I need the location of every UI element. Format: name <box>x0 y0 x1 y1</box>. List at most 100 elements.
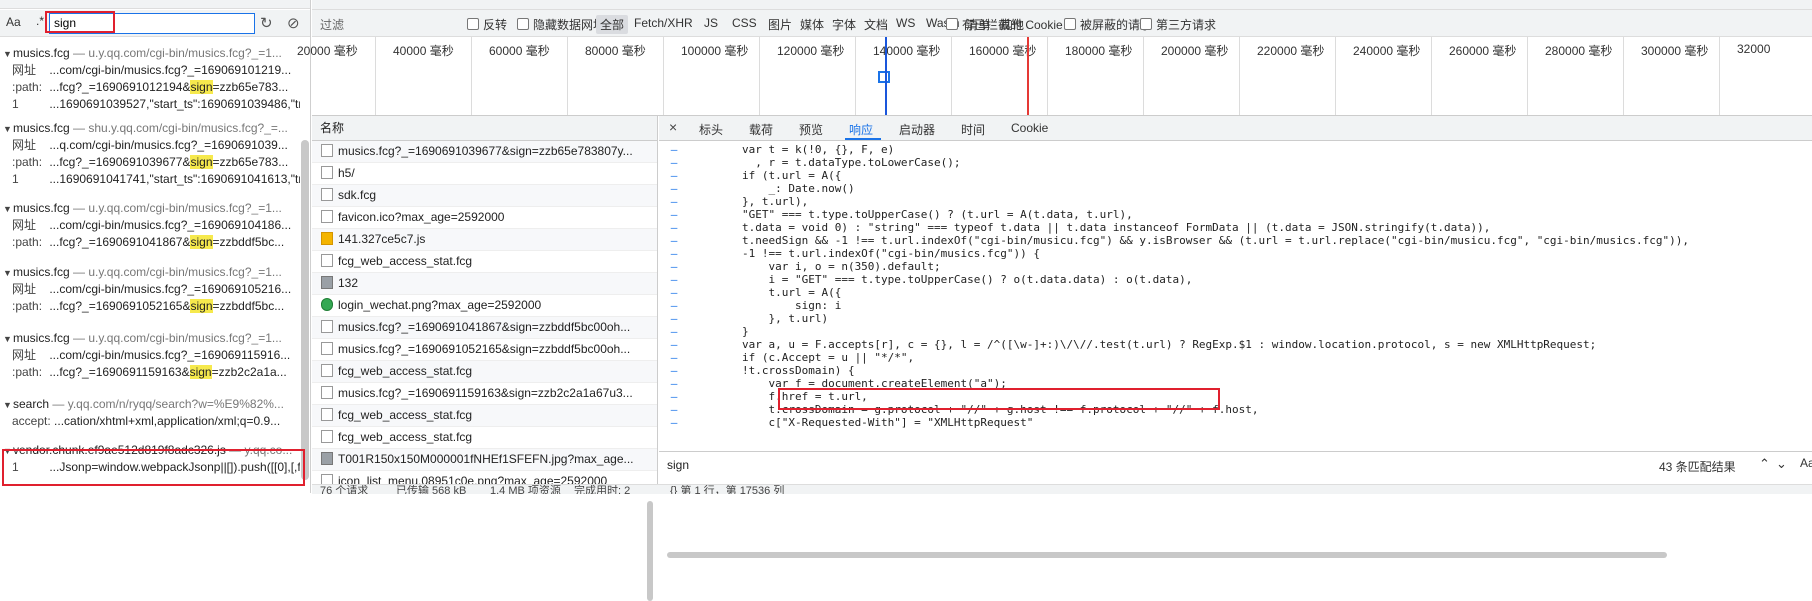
type-filter-0[interactable]: Fetch/XHR <box>634 16 693 30</box>
annotation-box-sign-call <box>778 388 1220 410</box>
match-case-toggle[interactable]: Aa <box>6 15 21 29</box>
search-result-line[interactable]: :path: ...fcg?_=1690691052165&sign=zzbdd… <box>0 298 300 315</box>
type-filter-1[interactable]: JS <box>704 16 718 30</box>
request-row[interactable]: h5/ <box>312 163 657 185</box>
expand-triangle-icon[interactable]: ▼ <box>0 396 13 413</box>
regex-toggle[interactable]: .* <box>36 14 44 28</box>
search-result-line[interactable]: 网址 ...com/cgi-bin/musics.fcg?_=169069104… <box>0 217 300 234</box>
request-row[interactable]: sdk.fcg <box>312 185 657 207</box>
search-result-line[interactable]: :path: ...fcg?_=1690691012194&sign=zzb65… <box>0 79 300 96</box>
tab-6[interactable]: Cookie <box>1011 121 1048 135</box>
type-filter-6[interactable]: 文档 <box>864 16 888 33</box>
timeline-tick-label: 260000 毫秒 <box>1449 44 1517 58</box>
refresh-icon[interactable]: ↻ <box>260 14 273 32</box>
expand-triangle-icon[interactable]: ▼ <box>0 120 13 137</box>
code-line: – }, t.url), <box>659 195 809 208</box>
search-result-line[interactable]: 1 ...1690691041741,"start_ts":1690691041… <box>0 171 300 188</box>
request-row[interactable]: musics.fcg?_=1690691041867&sign=zzbddf5b… <box>312 317 657 339</box>
search-result-group: ▼musics.fcg — u.y.qq.com/cgi-bin/musics.… <box>0 44 300 113</box>
third-party-checkbox[interactable]: 第三方请求 <box>1140 16 1216 33</box>
request-row[interactable]: 132 <box>312 273 657 295</box>
result-line-text: ...fcg?_=1690691039677& <box>49 155 191 169</box>
code-text: if (c.Accept = u || "*/*", <box>689 351 915 364</box>
find-previous-icon[interactable]: ⌃ <box>1759 456 1770 472</box>
request-row[interactable]: favicon.ico?max_age=2592000 <box>312 207 657 229</box>
request-row[interactable]: fcg_web_access_stat.fcg <box>312 427 657 449</box>
wx-file-icon <box>321 298 333 311</box>
tab-4[interactable]: 启动器 <box>899 121 935 138</box>
search-result-line[interactable]: 1 ...1690691039527,"start_ts":1690691039… <box>0 96 300 113</box>
result-file-url: — shu.y.qq.com/cgi-bin/musics.fcg?_=... <box>69 121 288 135</box>
search-result-line[interactable]: accept: ...cation/xhtml+xml,application/… <box>0 413 300 430</box>
request-row[interactable]: fcg_web_access_stat.fcg <box>312 251 657 273</box>
request-name: favicon.ico?max_age=2592000 <box>338 210 505 224</box>
search-result-file[interactable]: ▼musics.fcg — shu.y.qq.com/cgi-bin/music… <box>0 119 300 137</box>
invert-checkbox[interactable]: 反转 <box>467 16 507 33</box>
search-result-line[interactable]: :path: ...fcg?_=1690691041867&sign=zzbdd… <box>0 234 300 251</box>
search-input[interactable] <box>50 14 248 31</box>
search-result-file[interactable]: ▼musics.fcg — u.y.qq.com/cgi-bin/musics.… <box>0 263 300 281</box>
detail-tabs: × 标头 载荷 预览 响应 启动器 时间 Cookie <box>659 116 1812 141</box>
timeline-gridline <box>471 37 472 115</box>
request-row[interactable]: T001R150x150M000001fNHEf1SFEFN.jpg?max_a… <box>312 449 657 471</box>
search-result-line[interactable]: 网址 ...com/cgi-bin/musics.fcg?_=169069101… <box>0 62 300 79</box>
search-result-line[interactable]: :path: ...fcg?_=1690691159163&sign=zzb2c… <box>0 364 300 381</box>
code-line: – if (t.url = A({ <box>659 169 842 182</box>
close-icon[interactable]: × <box>669 119 677 135</box>
search-result-file[interactable]: ▼musics.fcg — u.y.qq.com/cgi-bin/musics.… <box>0 329 300 347</box>
type-filter-3[interactable]: 图片 <box>768 16 792 33</box>
find-next-icon[interactable]: ⌄ <box>1776 456 1787 472</box>
search-result-file[interactable]: ▼musics.fcg — u.y.qq.com/cgi-bin/musics.… <box>0 44 300 62</box>
code-line: – t.needSign && -1 !== t.url.indexOf("cg… <box>659 234 1689 247</box>
line-gutter-marker: – <box>670 390 678 403</box>
type-filter-7[interactable]: WS <box>896 16 915 30</box>
timeline-overview[interactable]: 20000 毫秒 40000 毫秒 60000 毫秒 80000 毫秒 100000 毫… <box>297 37 1812 116</box>
blocked-requests-checkbox[interactable]: 被屏蔽的请求 <box>1064 16 1152 33</box>
search-results-scrollbar[interactable] <box>301 140 309 480</box>
request-row[interactable]: fcg_web_access_stat.fcg <box>312 405 657 427</box>
type-filter-all[interactable]: 全部 <box>596 15 629 34</box>
type-filter-2[interactable]: CSS <box>732 16 757 30</box>
line-gutter-marker: – <box>670 377 678 390</box>
request-row[interactable]: fcg_web_access_stat.fcg <box>312 361 657 383</box>
tab-3[interactable]: 响应 <box>849 121 873 138</box>
request-row[interactable]: musics.fcg?_=1690691159163&sign=zzb2c2a1… <box>312 383 657 405</box>
request-row[interactable]: 141.327ce5c7.js <box>312 229 657 251</box>
result-line-key: 1 <box>12 97 19 111</box>
blocked-cookies-checkbox[interactable]: 有已拦截的 Cookie <box>946 16 1063 33</box>
timeline-tick-label: 240000 毫秒 <box>1353 44 1421 58</box>
column-header-name[interactable]: 名称 <box>312 116 657 141</box>
tab-1[interactable]: 载荷 <box>749 121 773 138</box>
line-gutter-marker: – <box>670 351 678 364</box>
search-result-line[interactable]: 网址 ...com/cgi-bin/musics.fcg?_=169069115… <box>0 347 300 364</box>
search-result-line[interactable]: :path: ...fcg?_=1690691039677&sign=zzb65… <box>0 154 300 171</box>
code-text: sign: i <box>689 299 842 312</box>
load-event-line <box>1027 37 1029 115</box>
request-row[interactable]: login_wechat.png?max_age=2592000 <box>312 295 657 317</box>
search-result-line[interactable]: 网址 ...q.com/cgi-bin/musics.fcg?_=1690691… <box>0 137 300 154</box>
doc-file-icon <box>321 210 333 223</box>
type-filter-4[interactable]: 媒体 <box>800 16 824 33</box>
expand-triangle-icon[interactable]: ▼ <box>0 330 13 347</box>
hide-data-urls-checkbox[interactable]: 隐藏数据网址 <box>517 16 605 33</box>
clear-icon[interactable]: ⊘ <box>287 14 300 32</box>
search-result-file[interactable]: ▼musics.fcg — u.y.qq.com/cgi-bin/musics.… <box>0 199 300 217</box>
find-input[interactable]: sign <box>667 458 689 472</box>
tab-0[interactable]: 标头 <box>699 121 723 138</box>
type-filter-5[interactable]: 字体 <box>832 16 856 33</box>
search-result-file[interactable]: ▼search — y.qq.com/n/ryqq/search?w=%E9%8… <box>0 395 300 413</box>
request-name: h5/ <box>338 166 355 180</box>
line-gutter-marker: – <box>670 156 678 169</box>
request-row[interactable]: musics.fcg?_=1690691039677&sign=zzb65e78… <box>312 141 657 163</box>
expand-triangle-icon[interactable]: ▼ <box>0 200 13 217</box>
filter-input[interactable]: 过滤 <box>320 16 344 33</box>
expand-triangle-icon[interactable]: ▼ <box>0 264 13 281</box>
search-result-line[interactable]: 网址 ...com/cgi-bin/musics.fcg?_=169069105… <box>0 281 300 298</box>
find-case-toggle[interactable]: Aa <box>1800 456 1812 470</box>
request-row[interactable]: musics.fcg?_=1690691052165&sign=zzbddf5b… <box>312 339 657 361</box>
code-horizontal-scrollbar[interactable] <box>667 552 1667 558</box>
tab-5[interactable]: 时间 <box>961 121 985 138</box>
tab-2[interactable]: 预览 <box>799 121 823 138</box>
request-list-scrollbar[interactable] <box>647 501 653 601</box>
expand-triangle-icon[interactable]: ▼ <box>0 45 13 62</box>
